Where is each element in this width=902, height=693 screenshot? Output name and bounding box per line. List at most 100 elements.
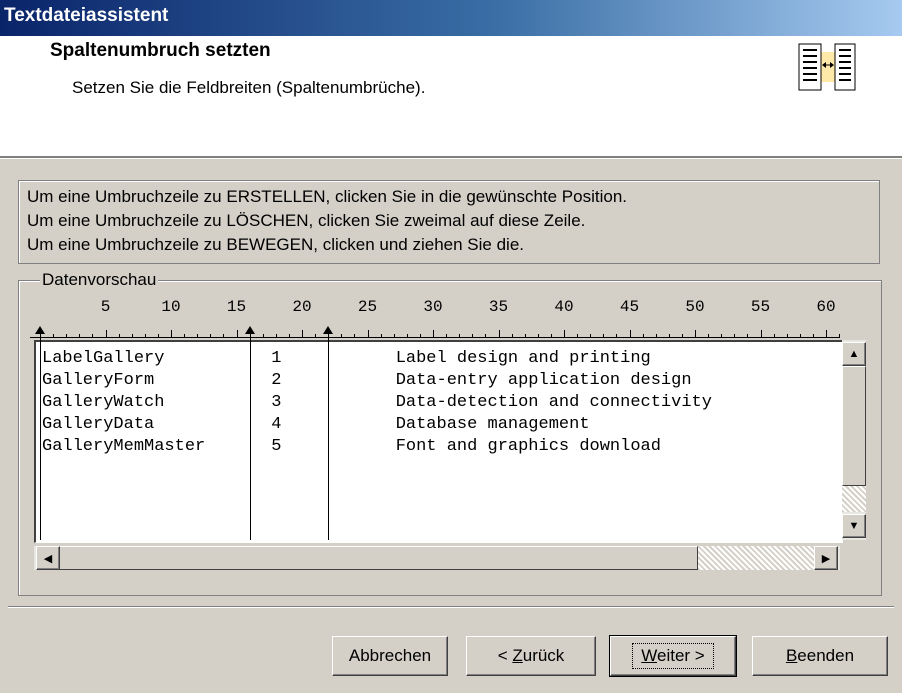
ruler-tick (118, 334, 120, 338)
data-preview-label: Datenvorschau (40, 270, 159, 290)
ruler-tick (708, 334, 710, 338)
preview-column-1: LabelGallery GalleryForm GalleryWatch Galle… (42, 348, 205, 458)
finish-button[interactable]: Beenden (752, 636, 888, 676)
horizontal-scroll-track[interactable] (698, 546, 814, 570)
vertical-scroll-thumb[interactable] (842, 366, 866, 486)
cancel-button[interactable]: Abbrechen (332, 636, 448, 676)
ruler-number: 40 (554, 298, 574, 316)
ruler-number: 20 (292, 298, 312, 316)
preview-cell: Data-entry application design (395, 371, 692, 390)
ruler-tick (668, 334, 670, 338)
ruler-tick (171, 330, 172, 338)
ruler-tick (629, 330, 631, 338)
ruler-tick (144, 334, 146, 338)
ruler-tick (747, 334, 749, 338)
ruler-tick (197, 334, 199, 338)
ruler-tick (577, 334, 579, 338)
ruler-tick (79, 334, 81, 338)
up-arrow-icon[interactable]: ▲ (842, 342, 866, 366)
left-arrow-icon[interactable]: ◀ (36, 546, 60, 570)
instructions-box: Um eine Umbruchzeile zu ERSTELLEN, click… (18, 180, 880, 264)
ruler-tick (236, 330, 238, 338)
ruler-tick (537, 334, 539, 338)
ruler-tick (105, 330, 107, 338)
ruler-tick (734, 334, 736, 338)
ruler-tick (354, 334, 356, 338)
ruler-tick (66, 334, 68, 338)
instruction-create: Um eine Umbruchzeile zu ERSTELLEN, click… (27, 187, 627, 206)
preview-column-2: 1 2 3 4 5 (271, 348, 281, 458)
step-title: Spaltenumbruch setzten (50, 40, 271, 61)
ruler-number: 55 (750, 298, 771, 316)
ruler-tick (315, 334, 317, 338)
footer-separator (8, 606, 894, 608)
ruler-tick (524, 334, 526, 338)
preview-cell: GalleryMemMaster (42, 437, 206, 456)
ruler-tick (302, 330, 303, 338)
vertical-scroll-track[interactable] (842, 486, 866, 512)
ruler-number: 5 (100, 298, 111, 316)
preview-cell: 1 (271, 349, 282, 368)
ruler-baseline (30, 337, 840, 338)
preview-cell: Label design and printing (395, 349, 651, 368)
ruler-tick (681, 334, 683, 338)
ruler-tick (380, 334, 382, 338)
back-button[interactable]: < Zurück (466, 636, 596, 676)
down-arrow-icon[interactable]: ▼ (842, 514, 866, 538)
preview-cell: GalleryData (42, 415, 155, 434)
window-title: Textdateiassistent (4, 5, 169, 26)
header-separator (0, 156, 902, 159)
ruler-tick (157, 334, 159, 338)
next-button[interactable]: Weiter > (609, 635, 737, 677)
ruler-tick (472, 334, 474, 338)
ruler-number: 25 (357, 298, 378, 316)
ruler-tick (53, 334, 55, 338)
ruler-tick (721, 334, 723, 338)
column-break-marker[interactable] (35, 326, 45, 334)
ruler-tick (184, 334, 186, 338)
column-break-marker[interactable] (244, 326, 255, 334)
ruler-tick (446, 334, 448, 338)
ruler-tick (642, 334, 644, 338)
right-arrow-icon[interactable]: ▶ (814, 546, 838, 570)
preview-cell: 4 (271, 415, 282, 434)
ruler-tick (786, 334, 788, 338)
preview-cell: GalleryForm (42, 371, 155, 390)
ruler-tick (433, 330, 434, 338)
preview-cell: 3 (271, 393, 282, 412)
instruction-move: Um eine Umbruchzeile zu BEWEGEN, clicken… (27, 235, 524, 254)
ruler-tick (760, 330, 762, 338)
column-ruler[interactable]: 5 10 15 20 25 30 35 40 45 50 55 60 (30, 298, 841, 338)
horizontal-scroll-thumb[interactable] (58, 546, 698, 570)
column-break-icon (798, 43, 856, 91)
column-break-line[interactable] (328, 334, 330, 540)
title-bar: Textdateiassistent (0, 0, 902, 36)
preview-cell: Database management (395, 415, 590, 434)
preview-column-3: Label design and printing Data-entry appl… (396, 348, 712, 458)
ruler-tick (590, 334, 592, 338)
ruler-number: 50 (685, 298, 705, 316)
ruler-number: 60 (816, 298, 836, 316)
ruler-tick (695, 330, 696, 338)
preview-cell: 5 (271, 437, 282, 456)
ruler-tick (210, 334, 212, 338)
data-preview-area[interactable]: LabelGallery GalleryForm GalleryWatch Galle… (34, 340, 843, 543)
ruler-number: 15 (226, 298, 247, 316)
ruler-number: 30 (423, 298, 443, 316)
preview-cell: Data-detection and connectivity (395, 393, 712, 412)
ruler-tick (839, 334, 841, 338)
column-break-line[interactable] (249, 334, 251, 540)
step-subtitle: Setzen Sie die Feldbreiten (Spaltenumbrü… (72, 78, 426, 97)
ruler-tick (498, 330, 500, 338)
ruler-tick (341, 334, 343, 338)
ruler-tick (459, 334, 461, 338)
instruction-delete: Um eine Umbruchzeile zu LÖSCHEN, clicken… (27, 211, 586, 230)
column-break-line[interactable] (40, 334, 41, 540)
ruler-tick (275, 334, 277, 338)
ruler-tick (616, 334, 618, 338)
ruler-tick (799, 334, 801, 338)
column-break-marker[interactable] (323, 326, 334, 334)
preview-cell: 2 (271, 371, 282, 390)
ruler-tick (262, 334, 264, 338)
ruler-tick (223, 334, 225, 338)
